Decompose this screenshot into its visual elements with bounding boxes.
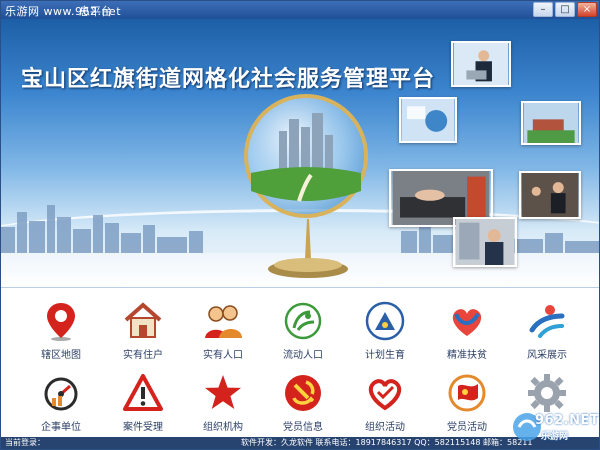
party-emblem-icon (282, 372, 324, 414)
module-party-member-activities[interactable]: 党员活动 (427, 366, 507, 436)
watermark-sub: 乐游网 (541, 432, 569, 442)
photo-phone-call (453, 217, 517, 267)
module-label: 计划生育 (365, 350, 405, 361)
party-flag-icon (446, 372, 488, 414)
heart-icon (364, 372, 406, 414)
photo-businessman-laptop (451, 41, 511, 87)
module-showcase[interactable]: 风采展示 (507, 294, 587, 364)
title-bar[interactable]: 乐游网 www.962.net 息平台 – □ × (1, 1, 599, 19)
module-organization[interactable]: 组织机构 (183, 366, 263, 436)
floating-population-icon (282, 300, 324, 342)
module-households[interactable]: 实有住户 (103, 294, 183, 364)
module-label: 案件受理 (123, 422, 163, 433)
module-label: 党员信息 (283, 422, 323, 433)
module-label: 实有住户 (123, 350, 163, 361)
module-district-map[interactable]: 辖区地图 (21, 294, 101, 364)
hero-banner: 宝山区红旗街道网格化社会服务管理平台 (1, 19, 599, 287)
city-globe-image (244, 94, 368, 218)
module-poverty-alleviation[interactable]: 精准扶贫 (427, 294, 507, 364)
window-controls: – □ × (533, 2, 597, 17)
warning-icon (122, 372, 164, 414)
map-pin-icon (40, 300, 82, 342)
close-button[interactable]: × (577, 2, 597, 17)
star-icon (202, 372, 244, 414)
module-label: 实有人口 (203, 350, 243, 361)
module-population[interactable]: 实有人口 (183, 294, 263, 364)
module-case-acceptance[interactable]: 案件受理 (103, 366, 183, 436)
photo-meeting (519, 171, 581, 219)
module-label: 企事单位 (41, 422, 81, 433)
module-label: 精准扶贫 (447, 350, 487, 361)
module-label: 组织机构 (203, 422, 243, 433)
family-planning-icon (364, 300, 406, 342)
showcase-icon (526, 300, 568, 342)
people-icon (202, 300, 244, 342)
watermark-brand: 962.NET (535, 413, 600, 428)
enterprise-gauge-icon (40, 372, 82, 414)
module-label: 组织活动 (365, 422, 405, 433)
module-party-member-info[interactable]: 党员信息 (263, 366, 343, 436)
module-enterprises[interactable]: 企事单位 (21, 366, 101, 436)
banner-title: 宝山区红旗街道网格化社会服务管理平台 (21, 67, 436, 92)
current-login-label: 当前登录： (5, 438, 45, 447)
module-family-planning[interactable]: 计划生育 (345, 294, 425, 364)
house-icon (122, 300, 164, 342)
developer-contact-info: 软件开发：久龙软件 联系电话：18917846317 QQ：582115148 … (241, 438, 533, 447)
module-floating-population[interactable]: 流动人口 (263, 294, 343, 364)
app-window: 乐游网 www.962.net 息平台 – □ × 宝山区红旗街道网格化社会服务… (0, 0, 600, 450)
module-label: 党员活动 (447, 422, 487, 433)
module-label: 流动人口 (283, 350, 323, 361)
poverty-heart-icon (446, 300, 488, 342)
photo-building (521, 101, 581, 145)
module-label: 风采展示 (527, 350, 567, 361)
globe-stand-image (268, 219, 348, 278)
maximize-button[interactable]: □ (555, 2, 575, 17)
minimize-button[interactable]: – (533, 2, 553, 17)
module-organization-activities[interactable]: 组织活动 (345, 366, 425, 436)
module-label: 辖区地图 (41, 350, 81, 361)
photo-globe-tech (399, 97, 457, 143)
window-title-suffix: 息平台 (79, 5, 112, 18)
